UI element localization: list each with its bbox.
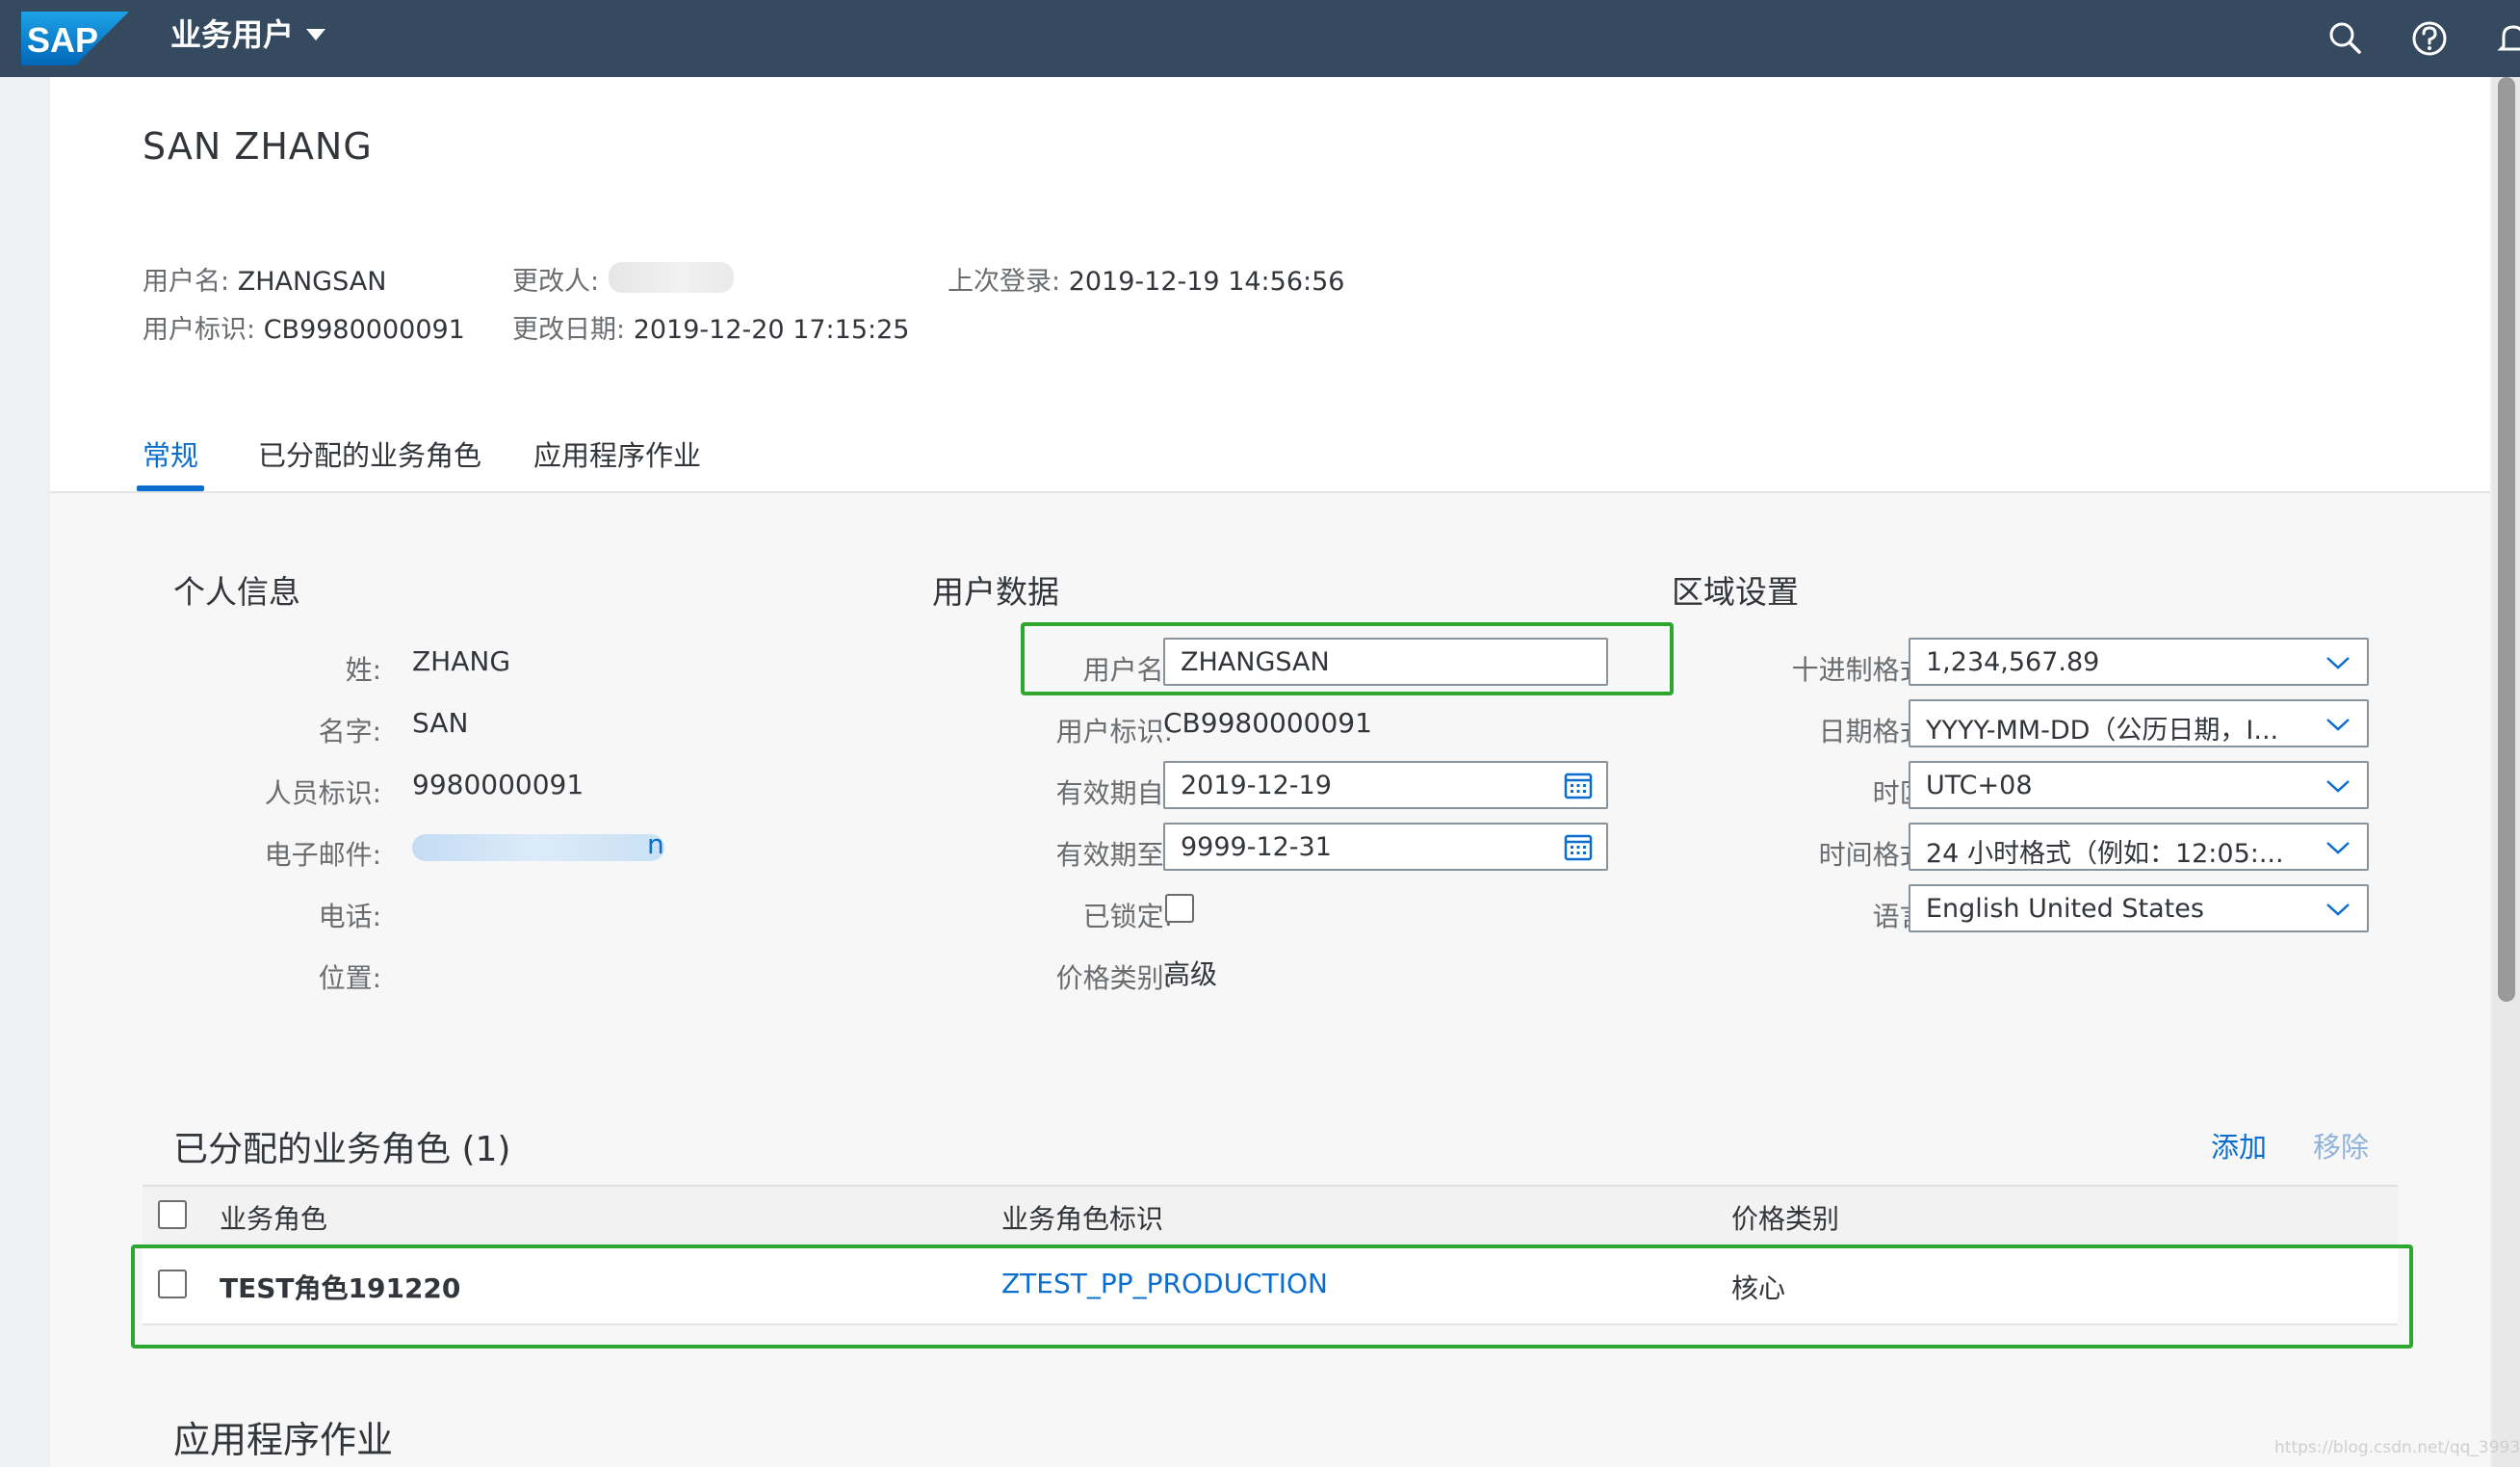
chevron-down-icon[interactable] bbox=[2325, 713, 2351, 736]
value-first-name: SAN bbox=[412, 707, 469, 739]
header-changed-on: 更改日期: 2019-12-20 17:15:25 bbox=[512, 315, 910, 345]
label-last-name: 姓: bbox=[345, 654, 381, 686]
chevron-down-icon[interactable] bbox=[306, 29, 325, 40]
username-input[interactable]: ZHANGSAN bbox=[1163, 638, 1608, 686]
object-header: SAN ZHANG 用户名: ZHANGSAN 用户标识: CB99800000… bbox=[50, 77, 2490, 493]
label-phone: 电话: bbox=[318, 901, 381, 932]
label-valid-from: 有效期自: bbox=[1055, 777, 1173, 809]
notification-bell-icon[interactable] bbox=[2492, 17, 2520, 60]
valid-from-datepicker[interactable]: 2019-12-19 bbox=[1163, 761, 1608, 809]
header-userid: 用户标识: CB9980000091 bbox=[143, 315, 465, 345]
timezone-select[interactable]: UTC+08 bbox=[1909, 761, 2369, 809]
label-userid: 用户标识: bbox=[1055, 716, 1173, 747]
vertical-scrollbar[interactable] bbox=[2492, 77, 2520, 1467]
column-header-price[interactable]: 价格类别 bbox=[1731, 1198, 1839, 1237]
redacted-name bbox=[609, 262, 734, 293]
object-page: SAN ZHANG 用户名: ZHANGSAN 用户标识: CB99800000… bbox=[50, 77, 2490, 1467]
sap-logo[interactable]: SAP bbox=[21, 12, 129, 65]
redacted-email bbox=[412, 834, 664, 861]
section-region-settings: 区域设置 bbox=[1672, 573, 1799, 611]
calendar-icon[interactable] bbox=[1564, 771, 1593, 799]
tab-general[interactable]: 常规 bbox=[143, 433, 198, 474]
watermark: https://blog.csdn.net/qq_39934704 bbox=[2274, 1438, 2520, 1457]
valid-to-datepicker[interactable]: 9999-12-31 bbox=[1163, 823, 1608, 871]
section-application-jobs: 应用程序作业 bbox=[173, 1419, 394, 1461]
label-email: 电子邮件: bbox=[264, 839, 381, 871]
value-email-link[interactable]: n bbox=[647, 828, 664, 860]
help-icon[interactable] bbox=[2408, 17, 2451, 60]
section-personal-info: 个人信息 bbox=[173, 573, 300, 611]
language-select[interactable]: English United States bbox=[1909, 884, 2369, 932]
svg-text:SAP: SAP bbox=[27, 20, 98, 60]
column-header-role[interactable]: 业务角色 bbox=[220, 1198, 327, 1237]
highlight-role-row bbox=[131, 1244, 2413, 1349]
column-header-role-id[interactable]: 业务角色标识 bbox=[1001, 1198, 1163, 1237]
label-valid-to: 有效期至: bbox=[1055, 839, 1173, 871]
time-format-select[interactable]: 24 小时格式（例如：12:05:... bbox=[1909, 823, 2369, 871]
decimal-format-select[interactable]: 1,234,567.89 bbox=[1909, 638, 2369, 686]
chevron-down-icon[interactable] bbox=[2325, 836, 2351, 859]
label-username: 用户名: bbox=[1082, 654, 1173, 686]
value-person-id: 9980000091 bbox=[412, 769, 585, 800]
calendar-icon[interactable] bbox=[1564, 832, 1593, 861]
label-location: 位置: bbox=[318, 962, 381, 994]
tab-assigned-roles[interactable]: 已分配的业务角色 bbox=[258, 433, 481, 474]
scrollbar-thumb[interactable] bbox=[2498, 77, 2515, 1002]
header-username: 用户名: ZHANGSAN bbox=[143, 267, 387, 297]
remove-role-button[interactable]: 移除 bbox=[2313, 1125, 2369, 1166]
section-user-data: 用户数据 bbox=[932, 573, 1059, 611]
date-format-select[interactable]: YYYY-MM-DD（公历日期，I... bbox=[1909, 699, 2369, 747]
select-all-checkbox[interactable] bbox=[158, 1200, 187, 1229]
app-title[interactable]: 业务用户 bbox=[170, 15, 294, 54]
roles-table-header: 业务角色 业务角色标识 价格类别 bbox=[143, 1185, 2398, 1246]
header-changed-by: 更改人: bbox=[512, 267, 600, 297]
section-assigned-roles: 已分配的业务角色 (1) bbox=[173, 1130, 511, 1169]
add-role-button[interactable]: 添加 bbox=[2211, 1125, 2267, 1166]
page-title: SAN ZHANG bbox=[143, 125, 373, 168]
search-icon[interactable] bbox=[2325, 17, 2367, 60]
label-person-id: 人员标识: bbox=[264, 777, 381, 809]
chevron-down-icon[interactable] bbox=[2325, 898, 2351, 921]
label-first-name: 名字: bbox=[318, 716, 381, 747]
label-price-category: 价格类别: bbox=[1055, 962, 1173, 994]
chevron-down-icon[interactable] bbox=[2325, 774, 2351, 798]
shell-bar: SAP 业务用户 bbox=[0, 0, 2520, 77]
tab-application-jobs[interactable]: 应用程序作业 bbox=[533, 433, 701, 474]
value-userid: CB9980000091 bbox=[1163, 707, 1372, 739]
label-locked: 已锁定: bbox=[1082, 901, 1173, 932]
header-last-login: 上次登录: 2019-12-19 14:56:56 bbox=[948, 267, 1345, 297]
tab-selection-indicator bbox=[137, 485, 204, 491]
value-price-category: 高级 bbox=[1163, 958, 1218, 990]
value-last-name: ZHANG bbox=[412, 645, 511, 677]
chevron-down-icon[interactable] bbox=[2325, 651, 2351, 674]
locked-checkbox[interactable] bbox=[1165, 894, 1194, 923]
